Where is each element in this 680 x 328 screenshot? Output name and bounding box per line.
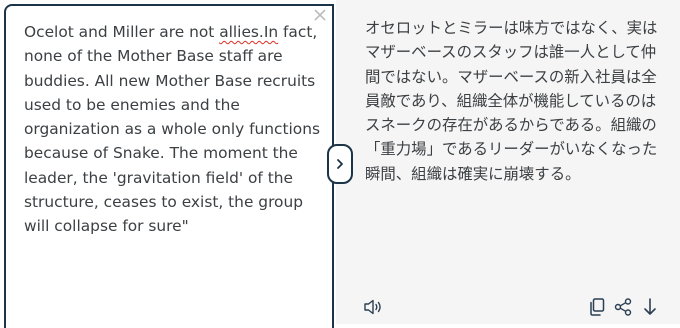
source-text-pane[interactable]: Ocelot and Miller are not allies.In fact… [4,4,334,328]
clear-text-button[interactable] [310,5,330,25]
translation-pane: オセロットとミラーは味方ではなく、実はマザーベースのスタッフは誰一人として仲間で… [336,0,680,324]
source-text-start: Ocelot and Miller are not [24,23,220,41]
source-text-end: fact, none of the Mother Base staff are … [24,23,320,236]
close-icon [314,9,326,21]
chevron-right-icon [337,159,343,169]
swap-languages-button[interactable] [327,144,353,184]
misspelled-word[interactable]: allies.In [219,23,278,41]
share-icon [614,298,632,316]
copy-icon [590,298,605,316]
speaker-icon [364,299,381,315]
copy-button[interactable] [586,296,608,318]
share-button[interactable] [612,296,634,318]
source-text-input[interactable]: Ocelot and Miller are not allies.In fact… [24,20,320,239]
listen-button[interactable] [363,296,385,318]
download-icon [644,298,656,315]
translation-text: オセロットとミラーは味方ではなく、実はマザーベースのスタッフは誰一人として仲間で… [365,19,658,183]
download-button[interactable] [639,296,661,318]
